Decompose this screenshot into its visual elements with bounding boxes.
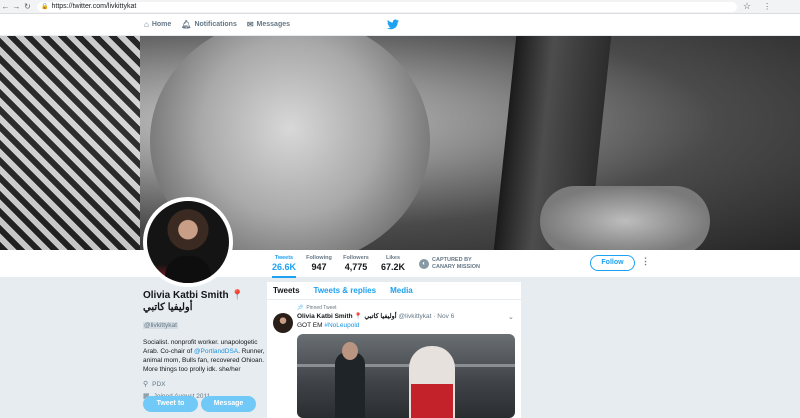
profile-nav-bar: Tweets 26.6K Following 947 Followers 4,7…	[0, 250, 800, 278]
profile-card: Olivia Katbi Smith 📍 أوليفيا كاتبي @livk…	[143, 290, 268, 400]
canary-line-1: CAPTURED BY	[432, 257, 472, 263]
profile-name: Olivia Katbi Smith 📍 أوليفيا كاتبي	[143, 290, 244, 313]
photo-person	[335, 352, 365, 418]
avatar-shirt	[165, 256, 211, 283]
nav-messages[interactable]: ✉ Messages	[247, 20, 290, 29]
tweet-header: Olivia Katbi Smith 📍 أوليفيا كاتبي @livk…	[297, 312, 455, 321]
photo-mascot-jersey	[411, 384, 453, 418]
tweet-avatar[interactable]	[273, 313, 293, 333]
pinned-label: Pinned Tweet	[306, 305, 337, 311]
bio-mention-link[interactable]: @PortlandDSA	[194, 348, 238, 355]
bookmark-star-icon[interactable]: ☆	[743, 1, 751, 12]
browser-toolbar: ← → ↻ 🔒 https://twitter.com/livkittykat …	[0, 0, 800, 14]
back-icon[interactable]: ←	[0, 2, 11, 11]
profile-bio: Socialist. nonprofit worker. unapologeti…	[143, 338, 268, 374]
timeline: Tweets Tweets & replies Media 📌︎ Pinned …	[267, 282, 521, 418]
tweet-to-button[interactable]: Tweet to	[143, 396, 198, 412]
canary-mission-stamp: ◐ CAPTURED BY CANARY MISSION	[419, 257, 480, 270]
stat-followers-value: 4,775	[344, 262, 368, 272]
stat-likes[interactable]: Likes 67.2K	[380, 255, 406, 272]
location-text: PDX	[152, 380, 166, 388]
lock-icon: 🔒	[41, 4, 49, 10]
browser-menu-icon[interactable]: ⋮	[763, 2, 771, 11]
stat-following-label: Following	[306, 255, 332, 261]
profile-banner	[0, 36, 800, 250]
stat-likes-label: Likes	[385, 255, 401, 261]
tweet-body: GOT EM	[297, 322, 325, 329]
nav-notifications[interactable]: 🔔︎ Notifications	[181, 20, 237, 29]
bell-icon: 🔔︎	[181, 20, 192, 29]
nav-messages-label: Messages	[256, 21, 291, 28]
tab-media[interactable]: Media	[390, 286, 413, 295]
pin-icon: 📌︎	[297, 305, 304, 311]
stat-followers[interactable]: Followers 4,775	[342, 255, 370, 272]
canary-line-2: CANARY MISSION	[432, 263, 480, 270]
profile-actions: Tweet to Message	[143, 396, 259, 412]
tab-tweets-replies[interactable]: Tweets & replies	[314, 286, 377, 295]
pinned-indicator: 📌︎ Pinned Tweet	[297, 305, 337, 311]
forward-icon[interactable]: →	[11, 2, 22, 11]
stat-likes-value: 67.2K	[380, 262, 406, 272]
more-options-icon[interactable]: ⋮	[641, 256, 650, 267]
stat-followers-label: Followers	[343, 255, 369, 261]
tweet-author-name[interactable]: Olivia Katbi Smith 📍 أوليفيا كاتبي	[297, 312, 397, 320]
canary-logo-icon: ◐	[419, 258, 429, 269]
photo-person-head	[342, 342, 358, 360]
tweet-media-photo[interactable]	[297, 334, 515, 418]
tweet-text: GOT EM #NoLeupold	[297, 322, 359, 329]
envelope-icon: ✉	[246, 20, 254, 29]
photo-railing	[297, 364, 515, 367]
profile-handle[interactable]: @livkittykat	[143, 322, 178, 329]
tweet-menu-caret-icon[interactable]: ⌄	[508, 313, 514, 321]
right-column	[525, 282, 800, 418]
twitter-bird-icon[interactable]	[387, 19, 399, 30]
top-navigation: ⌂ Home 🔔︎ Notifications ✉ Messages	[0, 14, 800, 36]
home-icon: ⌂	[144, 20, 149, 29]
message-button[interactable]: Message	[201, 396, 256, 412]
reload-icon[interactable]: ↻	[22, 2, 33, 11]
url-text: https://twitter.com/livkittykat	[51, 3, 137, 10]
banner-hand	[540, 186, 710, 250]
tweet-hashtag-link[interactable]: #NoLeupold	[324, 322, 359, 329]
address-bar[interactable]: 🔒 https://twitter.com/livkittykat	[37, 1, 737, 12]
timeline-tabs: Tweets Tweets & replies Media	[267, 282, 521, 300]
stat-following-value: 947	[311, 262, 327, 272]
location-pin-icon: ⚲	[143, 381, 149, 388]
banner-keffiyeh	[0, 36, 140, 250]
stat-tweets[interactable]: Tweets 26.6K	[272, 255, 296, 278]
nav-notifications-label: Notifications	[194, 21, 237, 28]
follow-button[interactable]: Follow	[590, 255, 635, 271]
nav-home[interactable]: ⌂ Home	[144, 20, 171, 29]
nav-home-label: Home	[151, 21, 172, 28]
tab-tweets[interactable]: Tweets	[273, 286, 300, 295]
profile-location: ⚲ PDX	[143, 380, 268, 389]
stat-tweets-value: 26.6K	[272, 262, 297, 272]
stat-following[interactable]: Following 947	[305, 255, 333, 272]
profile-avatar[interactable]	[143, 197, 233, 287]
tweet-handle-date[interactable]: @livkittykat · Nov 6	[399, 313, 455, 320]
stat-tweets-label: Tweets	[274, 255, 294, 261]
